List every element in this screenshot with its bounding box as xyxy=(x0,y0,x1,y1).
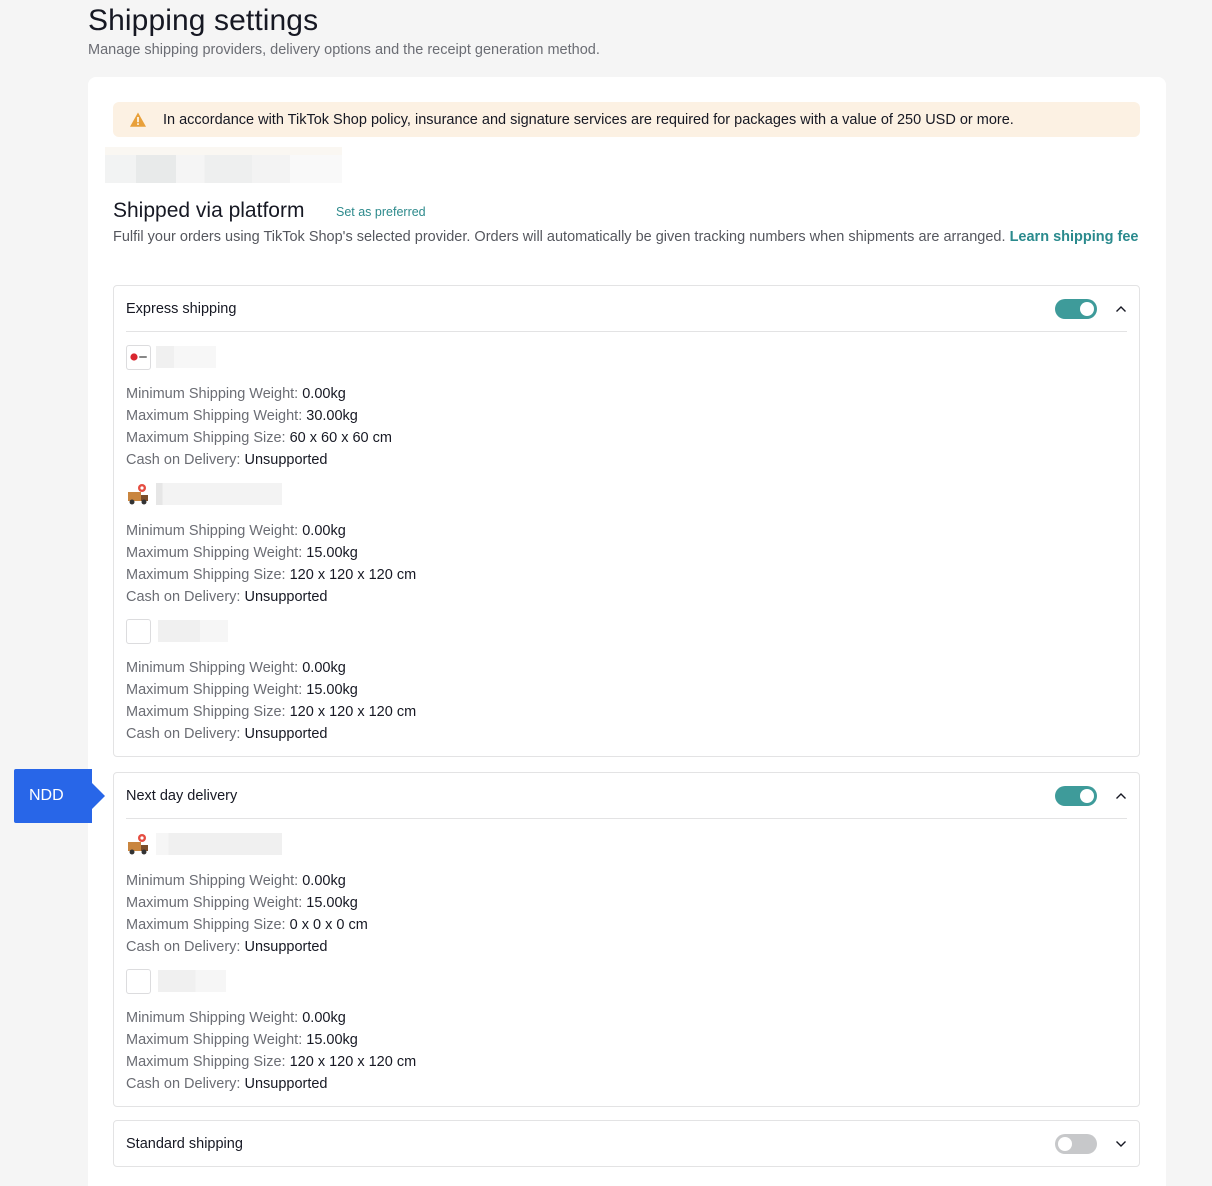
express-shipping-group: Express shipping Minimum Shipping Weight… xyxy=(113,285,1140,757)
provider-item: Minimum Shipping Weight: 0.00kg Maximum … xyxy=(126,344,392,471)
express-shipping-toggle[interactable] xyxy=(1055,298,1097,319)
standard-shipping-toggle[interactable] xyxy=(1055,1134,1097,1154)
redacted-block xyxy=(105,147,342,183)
page-subtitle: Manage shipping providers, delivery opti… xyxy=(88,42,600,58)
page-title: Shipping settings xyxy=(88,4,319,37)
blank-logo-icon xyxy=(126,618,151,644)
delivery-truck-icon xyxy=(126,481,151,507)
group-label: Next day delivery xyxy=(126,787,238,804)
group-label: Express shipping xyxy=(126,300,237,317)
standard-shipping-header[interactable]: Standard shipping xyxy=(126,1121,1127,1167)
next-day-delivery-header[interactable]: Next day delivery xyxy=(126,773,1127,819)
shipping-card: In accordance with TikTok Shop policy, i… xyxy=(88,77,1166,1186)
policy-notice-text: In accordance with TikTok Shop policy, i… xyxy=(163,111,1014,128)
warning-icon xyxy=(129,111,147,129)
provider-item: Minimum Shipping Weight: 0.00kg Maximum … xyxy=(126,618,416,745)
learn-shipping-fee-link[interactable]: Learn shipping fee xyxy=(1010,229,1139,245)
dpd-logo-icon xyxy=(126,344,151,370)
next-day-delivery-toggle[interactable] xyxy=(1055,785,1097,806)
provider-name-redacted xyxy=(158,620,228,642)
ndd-annotation-tag: NDD xyxy=(14,769,105,823)
chevron-up-icon[interactable] xyxy=(1115,790,1127,802)
blank-logo-icon xyxy=(126,968,151,994)
chevron-down-icon[interactable] xyxy=(1115,1138,1127,1150)
group-label: Standard shipping xyxy=(126,1136,243,1152)
next-day-delivery-group: Next day delivery Minimum Shipping Weigh… xyxy=(113,772,1140,1107)
delivery-truck-icon xyxy=(126,831,151,857)
policy-notice: In accordance with TikTok Shop policy, i… xyxy=(113,102,1140,137)
section-description: Fulfil your orders using TikTok Shop's s… xyxy=(113,229,1139,245)
set-preferred-link[interactable]: Set as preferred xyxy=(336,205,426,219)
standard-shipping-group: Standard shipping xyxy=(113,1120,1140,1167)
provider-name-redacted xyxy=(158,970,226,992)
express-shipping-header[interactable]: Express shipping xyxy=(126,286,1127,332)
provider-name-redacted xyxy=(156,483,282,505)
provider-name-redacted xyxy=(156,833,282,855)
section-title: Shipped via platform xyxy=(113,199,305,222)
provider-item: Minimum Shipping Weight: 0.00kg Maximum … xyxy=(126,831,368,958)
provider-item: Minimum Shipping Weight: 0.00kg Maximum … xyxy=(126,968,416,1095)
provider-item: Minimum Shipping Weight: 0.00kg Maximum … xyxy=(126,481,416,608)
chevron-up-icon[interactable] xyxy=(1115,303,1127,315)
provider-name-redacted xyxy=(156,346,216,368)
